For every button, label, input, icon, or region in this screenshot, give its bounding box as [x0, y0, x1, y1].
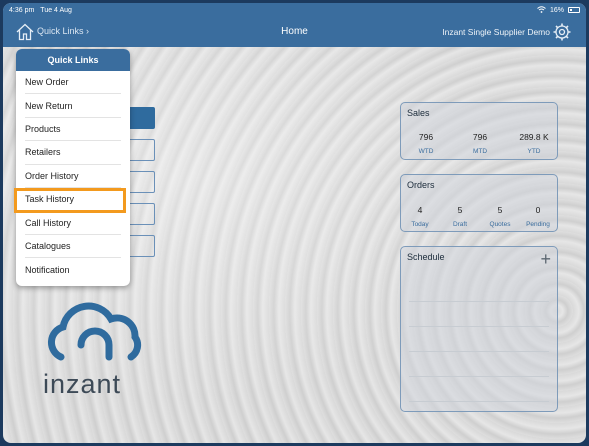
schedule-row	[409, 352, 549, 377]
nav-bar: Quick Links › Home Inzant Single Supplie…	[3, 17, 586, 47]
sales-ytd[interactable]: 289.8 K YTD	[509, 132, 559, 155]
gear-icon[interactable]	[552, 22, 572, 42]
sales-title: Sales	[407, 108, 430, 118]
menu-item-call-history[interactable]: Call History	[25, 211, 121, 235]
menu-item-order-history[interactable]: Order History	[25, 165, 121, 188]
stat-label: MTD	[472, 148, 488, 155]
stat-value: 0	[535, 205, 541, 215]
schedule-row	[409, 377, 549, 402]
orders-pending[interactable]: 0 Pending	[513, 205, 563, 228]
stat-value: 796	[418, 132, 434, 142]
status-bar: 4:36 pm Tue 4 Aug 16%	[3, 3, 586, 17]
company-name: Inzant Single Supplier Demo	[442, 27, 550, 37]
sales-mtd[interactable]: 796 MTD	[455, 132, 505, 155]
logo-text: inzant	[43, 369, 122, 399]
battery-percent: 16%	[549, 6, 564, 14]
stat-value: 289.8 K	[519, 132, 549, 142]
battery-icon	[568, 7, 580, 13]
schedule-row	[409, 327, 549, 352]
add-schedule-button[interactable]: +	[540, 249, 551, 270]
menu-item-products[interactable]: Products	[25, 118, 121, 142]
menu-item-notification[interactable]: Notification	[25, 258, 121, 281]
schedule-row	[409, 277, 549, 302]
status-time: 4:36 pm	[9, 6, 35, 14]
menu-item-retailers[interactable]: Retailers	[25, 141, 121, 165]
orders-card[interactable]: Orders 4 Today 5 Draft 5 Quotes 0 Pendin…	[400, 174, 558, 232]
task-history-highlight	[14, 188, 126, 213]
menu-item-catalogues[interactable]: Catalogues	[25, 235, 121, 259]
quick-links-menu: Quick Links New Order New Return Product…	[16, 49, 130, 286]
stat-value: 796	[472, 132, 488, 142]
schedule-list	[409, 277, 549, 405]
schedule-row	[409, 302, 549, 327]
stat-label: Pending	[526, 221, 550, 228]
sales-card[interactable]: Sales 796 WTD 796 MTD 289.8 K YTD	[400, 102, 558, 160]
menu-item-new-return[interactable]: New Return	[25, 94, 121, 118]
stat-label: WTD	[418, 148, 434, 155]
schedule-title: Schedule	[407, 252, 445, 262]
schedule-card: Schedule +	[400, 246, 558, 412]
orders-title: Orders	[407, 180, 435, 190]
stat-label: YTD	[527, 148, 541, 155]
wifi-icon	[537, 5, 546, 15]
status-date: Tue 4 Aug	[40, 6, 72, 14]
sales-wtd[interactable]: 796 WTD	[401, 132, 451, 155]
menu-item-new-order[interactable]: New Order	[25, 71, 121, 95]
menu-header: Quick Links	[16, 49, 130, 71]
app-screen: 4:36 pm Tue 4 Aug 16% Quick Links › Home…	[3, 3, 586, 443]
